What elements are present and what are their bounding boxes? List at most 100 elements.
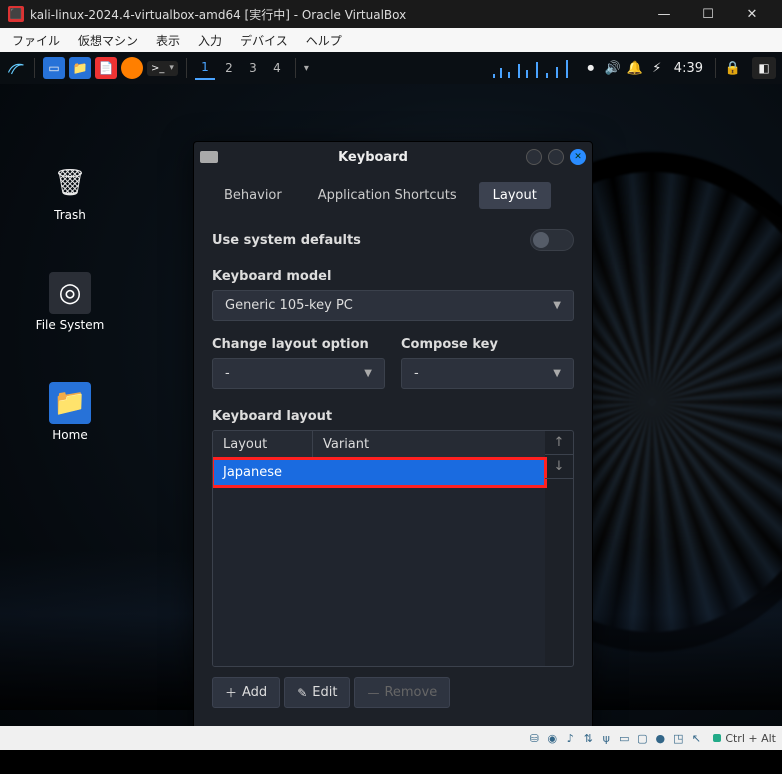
desktop-filesystem-label: File System <box>30 318 110 332</box>
panel-separator <box>715 58 716 78</box>
volume-icon[interactable]: 🔊 <box>604 61 622 76</box>
layout-column-header[interactable]: Layout <box>213 431 313 458</box>
hostkey-led-icon <box>713 734 721 742</box>
text-editor-icon[interactable]: 📄 <box>95 57 117 79</box>
edit-layout-button[interactable]: ✎Edit <box>284 677 350 708</box>
vbox-menu-view[interactable]: 表示 <box>148 30 188 51</box>
layout-row-japanese[interactable]: Japanese <box>213 459 545 486</box>
keyboard-model-select[interactable]: Generic 105-key PC ▼ <box>212 290 574 321</box>
desktop-home[interactable]: 📁 Home <box>30 382 110 442</box>
filesystem-icon: ◎ <box>49 272 91 314</box>
remove-layout-button[interactable]: —Remove <box>354 677 450 708</box>
virtualbox-icon: ⬛ <box>8 6 24 22</box>
hostkey-label: Ctrl + Alt <box>725 732 776 745</box>
vbox-menubar: ファイル 仮想マシン 表示 入力 デバイス ヘルプ <box>0 28 782 52</box>
layout-cell-layout: Japanese <box>223 465 323 480</box>
dialog-tabs: Behavior Application Shortcuts Layout <box>194 172 592 213</box>
vbox-menu-file[interactable]: ファイル <box>4 30 68 51</box>
vbox-audio-icon[interactable]: ♪ <box>563 731 577 745</box>
power-icon[interactable]: ⚡ <box>648 61 666 76</box>
keyboard-settings-dialog: Keyboard Behavior Application Shortcuts … <box>193 141 593 750</box>
desktop-home-label: Home <box>30 428 110 442</box>
cpu-graph[interactable] <box>488 58 578 78</box>
panel-separator <box>34 58 35 78</box>
panel-separator <box>295 58 296 78</box>
vbox-recording-icon[interactable]: ● <box>653 731 667 745</box>
keyboard-layout-label: Keyboard layout <box>212 409 574 424</box>
desktop-trash-label: Trash <box>30 208 110 222</box>
compose-key-value: - <box>414 366 419 381</box>
vbox-menu-help[interactable]: ヘルプ <box>298 30 350 51</box>
clock[interactable]: 4:39 <box>670 61 707 76</box>
notifications-icon[interactable]: 🔔 <box>626 61 644 76</box>
tab-behavior[interactable]: Behavior <box>210 182 296 209</box>
layout-move-up-button[interactable]: ↑ <box>545 431 573 455</box>
vbox-optical-icon[interactable]: ◉ <box>545 731 559 745</box>
layout-move-down-button[interactable]: ↓ <box>545 455 573 479</box>
vbox-menu-input[interactable]: 入力 <box>190 30 230 51</box>
keyboard-model-label: Keyboard model <box>212 269 574 284</box>
dialog-titlebar[interactable]: Keyboard <box>194 142 592 172</box>
workspace-2[interactable]: 2 <box>219 57 239 79</box>
dialog-minimize-button[interactable] <box>526 149 542 165</box>
layout-table-empty <box>213 486 545 666</box>
vbox-network-icon[interactable]: ⇅ <box>581 731 595 745</box>
dialog-title: Keyboard <box>226 150 520 165</box>
use-system-defaults-toggle[interactable] <box>530 229 574 251</box>
vbox-usb-icon[interactable]: ψ <box>599 731 613 745</box>
compose-key-select[interactable]: - ▼ <box>401 358 574 389</box>
chevron-down-icon: ▼ <box>553 300 561 311</box>
vbox-menu-devices[interactable]: デバイス <box>232 30 296 51</box>
workspace-3[interactable]: 3 <box>243 57 263 79</box>
desktop-filesystem[interactable]: ◎ File System <box>30 272 110 332</box>
layout-table-header: Layout Variant <box>213 431 545 459</box>
tab-layout[interactable]: Layout <box>479 182 551 209</box>
show-desktop-icon[interactable]: ▭ <box>43 57 65 79</box>
keyboard-icon <box>200 151 218 163</box>
workspace-4[interactable]: 4 <box>267 57 287 79</box>
vbox-shared-folders-icon[interactable]: ▭ <box>617 731 631 745</box>
compose-key-label: Compose key <box>401 337 574 352</box>
vbox-menu-vm[interactable]: 仮想マシン <box>70 30 146 51</box>
vbox-minimize-button[interactable]: — <box>642 0 686 28</box>
change-layout-option-select[interactable]: - ▼ <box>212 358 385 389</box>
vbox-cpu-icon[interactable]: ◳ <box>671 731 685 745</box>
panel-expand-icon[interactable]: ◧ <box>752 57 776 79</box>
vbox-statusbar: ⛁ ◉ ♪ ⇅ ψ ▭ ▢ ● ◳ ↖ Ctrl + Alt <box>0 726 782 750</box>
pencil-icon: ✎ <box>297 686 307 700</box>
vbox-display-icon[interactable]: ▢ <box>635 731 649 745</box>
vbox-hostkey-indicator[interactable]: Ctrl + Alt <box>713 732 776 745</box>
change-layout-option-label: Change layout option <box>212 337 385 352</box>
guest-desktop: ▭ 📁 📄 >_▾ 1 2 3 4 ▾ ⏺ 🔊 🔔 ⚡ 4:39 🔒 ◧ 🗑 T… <box>0 52 782 750</box>
workspace-overflow[interactable]: ▾ <box>304 63 309 74</box>
terminal-launcher[interactable]: >_▾ <box>147 61 178 76</box>
firefox-icon[interactable] <box>121 57 143 79</box>
variant-column-header[interactable]: Variant <box>313 431 379 458</box>
use-system-defaults-label: Use system defaults <box>212 233 361 248</box>
lock-icon[interactable]: 🔒 <box>724 61 742 76</box>
change-layout-option-value: - <box>225 366 230 381</box>
plus-icon: ＋ <box>225 684 237 701</box>
keyboard-layout-table: Layout Variant Japanese ↑ ↓ <box>212 430 574 667</box>
vbox-mouse-icon[interactable]: ↖ <box>689 731 703 745</box>
file-manager-icon[interactable]: 📁 <box>69 57 91 79</box>
desktop-trash[interactable]: 🗑 Trash <box>30 162 110 222</box>
vbox-window-title: kali-linux-2024.4-virtualbox-amd64 [実行中]… <box>30 6 642 23</box>
tab-application-shortcuts[interactable]: Application Shortcuts <box>304 182 471 209</box>
add-layout-button[interactable]: ＋Add <box>212 677 280 708</box>
vbox-titlebar: ⬛ kali-linux-2024.4-virtualbox-amd64 [実行… <box>0 0 782 28</box>
keyboard-model-value: Generic 105-key PC <box>225 298 353 313</box>
minus-icon: — <box>367 686 379 700</box>
kali-menu-icon[interactable] <box>6 58 26 78</box>
vbox-close-button[interactable]: ✕ <box>730 0 774 28</box>
dialog-maximize-button[interactable] <box>548 149 564 165</box>
workspace-1[interactable]: 1 <box>195 56 215 80</box>
dialog-close-button[interactable] <box>570 149 586 165</box>
screen-recorder-icon[interactable]: ⏺ <box>582 61 600 76</box>
home-folder-icon: 📁 <box>49 382 91 424</box>
vbox-maximize-button[interactable]: ☐ <box>686 0 730 28</box>
vbox-hdd-icon[interactable]: ⛁ <box>527 731 541 745</box>
panel-separator <box>186 58 187 78</box>
xfce-panel: ▭ 📁 📄 >_▾ 1 2 3 4 ▾ ⏺ 🔊 🔔 ⚡ 4:39 🔒 ◧ <box>0 52 782 84</box>
trash-icon: 🗑 <box>49 162 91 204</box>
